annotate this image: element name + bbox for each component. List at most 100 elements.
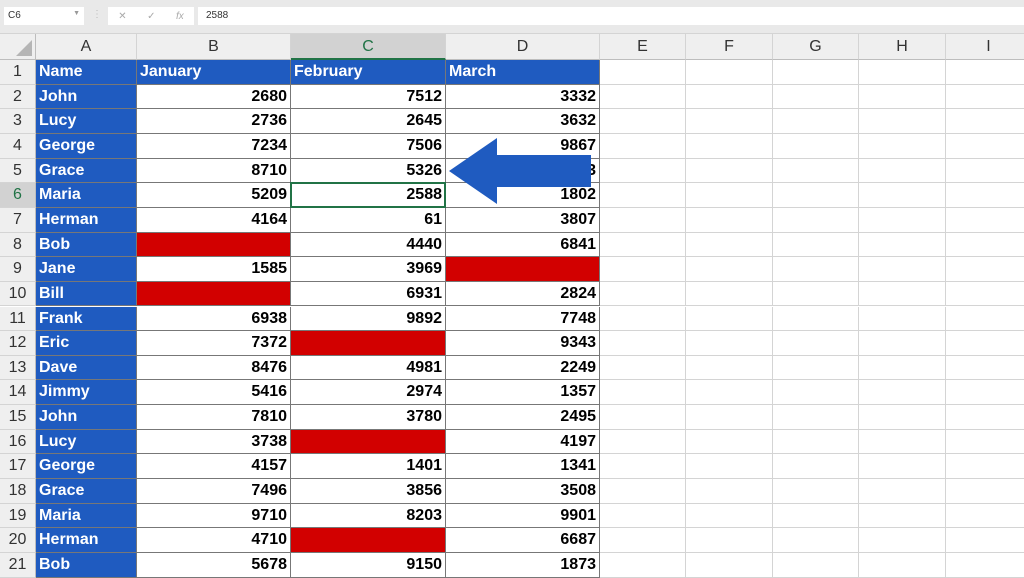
cell[interactable]: 2588	[291, 183, 446, 208]
row-header[interactable]: 5	[0, 158, 36, 184]
cell[interactable]: 1401	[291, 454, 446, 480]
cell[interactable]: 2824	[446, 281, 600, 307]
name-cell[interactable]: Jimmy	[36, 380, 137, 406]
cell[interactable]: 9901	[446, 503, 600, 529]
cell[interactable]: 7512	[291, 84, 446, 110]
name-cell[interactable]: Herman	[36, 528, 137, 553]
cell[interactable]	[946, 159, 1024, 184]
name-cell[interactable]: Lucy	[36, 109, 137, 134]
cell[interactable]: 7748	[446, 306, 600, 332]
cell[interactable]	[686, 429, 773, 455]
cell[interactable]	[773, 207, 859, 233]
column-header-b[interactable]: B	[137, 34, 291, 60]
cell[interactable]	[946, 183, 1024, 208]
cell[interactable]	[946, 307, 1024, 332]
cancel-icon[interactable]: ✕	[118, 11, 126, 22]
header-cell[interactable]: January	[137, 60, 291, 85]
cell[interactable]	[859, 257, 946, 282]
cell[interactable]	[686, 183, 773, 208]
cell[interactable]	[859, 207, 946, 233]
blank-cell[interactable]	[291, 528, 446, 553]
cell[interactable]	[859, 306, 946, 332]
cell[interactable]	[686, 60, 773, 85]
cell[interactable]: 5416	[137, 380, 291, 406]
cell[interactable]	[859, 355, 946, 381]
row-header[interactable]: 11	[0, 306, 36, 332]
cell[interactable]	[600, 429, 686, 455]
row-header[interactable]: 2	[0, 84, 36, 110]
select-all-button[interactable]	[0, 34, 36, 60]
cell[interactable]	[946, 380, 1024, 406]
cell[interactable]	[686, 109, 773, 134]
cell[interactable]: 9892	[291, 306, 446, 332]
cell[interactable]	[600, 306, 686, 332]
cell[interactable]	[773, 183, 859, 208]
name-cell[interactable]: Maria	[36, 183, 137, 208]
row-header[interactable]: 20	[0, 528, 36, 553]
cell[interactable]	[946, 85, 1024, 110]
cell[interactable]	[859, 429, 946, 455]
cell[interactable]: 6687	[446, 528, 600, 553]
cell[interactable]: 3969	[291, 257, 446, 282]
cell[interactable]	[600, 355, 686, 381]
cell[interactable]	[946, 257, 1024, 282]
cell[interactable]: 2249	[446, 355, 600, 381]
cell[interactable]	[686, 479, 773, 504]
cell[interactable]	[600, 454, 686, 480]
cell[interactable]	[946, 430, 1024, 455]
column-header-d[interactable]: D	[446, 34, 600, 60]
cell[interactable]	[686, 355, 773, 381]
cell[interactable]	[686, 133, 773, 159]
row-header[interactable]: 13	[0, 355, 36, 381]
cell[interactable]: 6938	[137, 306, 291, 332]
cell[interactable]: 4164	[137, 207, 291, 233]
name-cell[interactable]: Bill	[36, 281, 137, 307]
cell[interactable]	[859, 405, 946, 430]
cell[interactable]	[600, 281, 686, 307]
cell[interactable]: 7496	[137, 479, 291, 504]
cell[interactable]	[600, 232, 686, 258]
cell[interactable]	[773, 503, 859, 529]
cell[interactable]	[859, 183, 946, 208]
cell[interactable]	[773, 109, 859, 134]
name-cell[interactable]: John	[36, 405, 137, 430]
cell[interactable]	[946, 331, 1024, 356]
cell[interactable]	[773, 380, 859, 406]
cell[interactable]	[859, 281, 946, 307]
cell[interactable]	[600, 109, 686, 134]
cell[interactable]: 7506	[291, 133, 446, 159]
row-header[interactable]: 15	[0, 405, 36, 430]
row-header[interactable]: 8	[0, 232, 36, 258]
cell[interactable]	[946, 405, 1024, 430]
cell[interactable]	[773, 553, 859, 578]
cell[interactable]: 4157	[137, 454, 291, 480]
column-header-f[interactable]: F	[686, 34, 773, 60]
cell[interactable]: 6841	[446, 232, 600, 258]
cell[interactable]	[600, 405, 686, 430]
cell[interactable]	[600, 158, 686, 184]
cell[interactable]: 9150	[291, 553, 446, 578]
cell[interactable]	[946, 504, 1024, 529]
cell[interactable]	[773, 454, 859, 480]
cell[interactable]	[773, 429, 859, 455]
cell[interactable]	[600, 257, 686, 282]
cell[interactable]: 5209	[137, 183, 291, 208]
cell[interactable]	[686, 528, 773, 553]
insert-function-icon[interactable]: fx	[176, 11, 184, 22]
cell[interactable]	[946, 479, 1024, 504]
name-cell[interactable]: Lucy	[36, 429, 137, 455]
row-header[interactable]: 9	[0, 257, 36, 282]
name-cell[interactable]: John	[36, 84, 137, 110]
cell[interactable]	[859, 454, 946, 480]
row-header[interactable]: 4	[0, 133, 36, 159]
cell[interactable]	[773, 133, 859, 159]
cell[interactable]	[600, 331, 686, 356]
cell[interactable]	[859, 109, 946, 134]
row-header[interactable]: 19	[0, 503, 36, 529]
cell[interactable]	[686, 380, 773, 406]
name-cell[interactable]: Bob	[36, 232, 137, 258]
cell[interactable]	[773, 158, 859, 184]
cell[interactable]	[946, 233, 1024, 258]
chevron-down-icon[interactable]: ▼	[73, 10, 80, 17]
name-cell[interactable]: Eric	[36, 331, 137, 356]
